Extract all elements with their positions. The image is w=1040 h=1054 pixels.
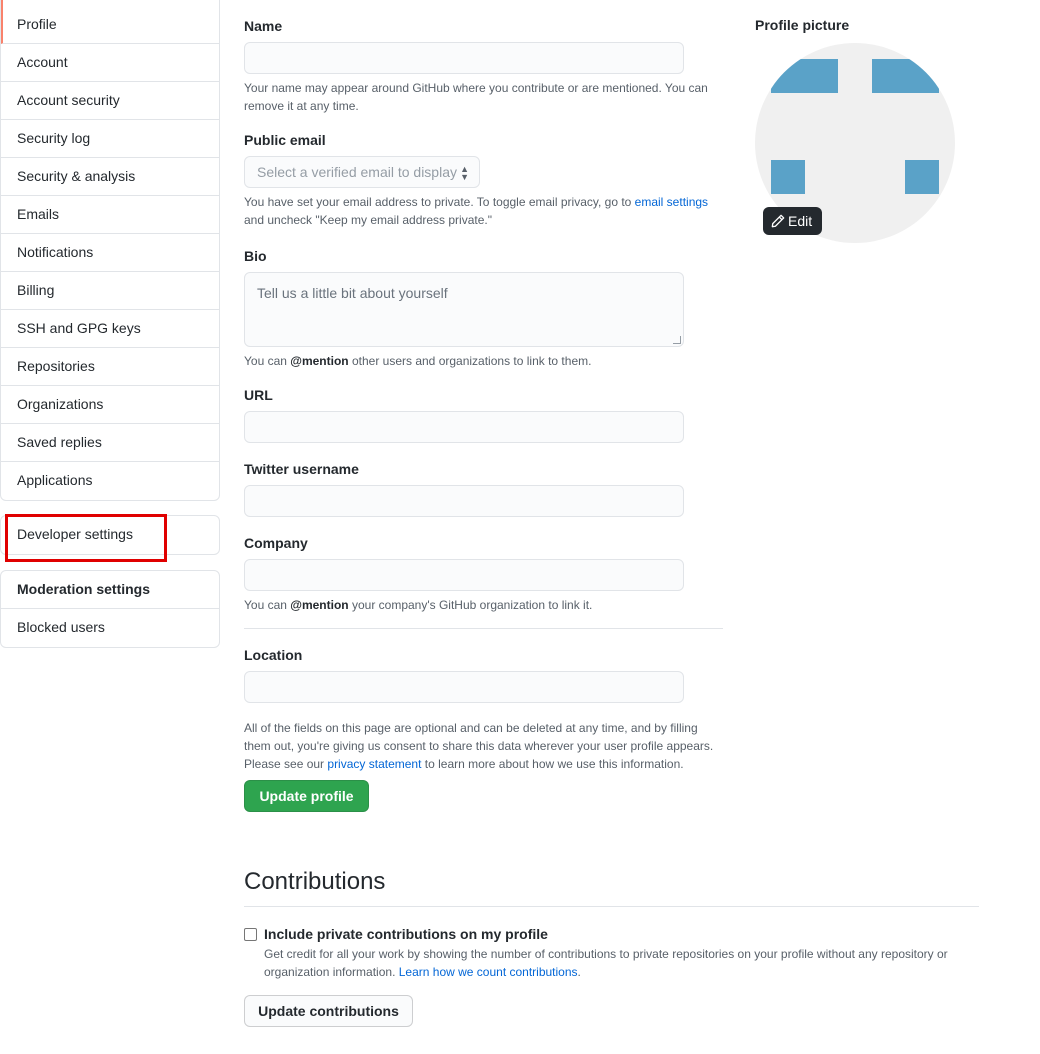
company-input[interactable]	[244, 559, 684, 591]
public-email-label: Public email	[244, 132, 326, 148]
sidebar-item-notifications[interactable]: Notifications	[1, 234, 219, 272]
location-input[interactable]	[244, 671, 684, 703]
privacy-statement-link[interactable]: privacy statement	[327, 757, 421, 771]
developer-settings-menu: Developer settings	[0, 515, 220, 555]
name-label: Name	[244, 18, 283, 34]
company-note: You can @mention your company's GitHub o…	[244, 596, 714, 614]
sidebar-item-account[interactable]: Account	[1, 44, 219, 82]
edit-avatar-label: Edit	[788, 213, 813, 229]
sidebar-item-emails[interactable]: Emails	[1, 196, 219, 234]
company-note-text-end: your company's GitHub organization to li…	[348, 598, 593, 612]
bio-note-mention: @mention	[290, 354, 349, 368]
company-note-mention: @mention	[290, 598, 349, 612]
location-label: Location	[244, 647, 303, 663]
private-contributions-label[interactable]: Include private contributions on my prof…	[264, 926, 548, 942]
moderation-settings-menu: Moderation settings Blocked users	[0, 570, 220, 648]
privacy-note: All of the fields on this page are optio…	[244, 719, 714, 773]
sidebar-item-developer-settings[interactable]: Developer settings	[1, 516, 219, 554]
twitter-input[interactable]	[244, 485, 684, 517]
url-label: URL	[244, 387, 273, 403]
contributions-title: Contributions	[244, 868, 386, 895]
profile-picture-label: Profile picture	[755, 17, 850, 33]
edit-avatar-button[interactable]: Edit	[763, 207, 822, 235]
url-input[interactable]	[244, 411, 684, 443]
select-arrows-icon: ▲ ▼	[460, 164, 469, 182]
bio-note-text-end: other users and organizations to link to…	[348, 354, 592, 368]
sidebar-item-billing[interactable]: Billing	[1, 272, 219, 310]
contributions-note: Get credit for all your work by showing …	[264, 945, 984, 981]
form-divider	[244, 628, 723, 629]
public-email-note: You have set your email address to priva…	[244, 193, 714, 229]
sidebar-item-blocked-users[interactable]: Blocked users	[1, 609, 219, 647]
public-email-note-text-end: and uncheck "Keep my email address priva…	[244, 213, 492, 227]
sidebar-item-ssh-gpg-keys[interactable]: SSH and GPG keys	[1, 310, 219, 348]
twitter-label: Twitter username	[244, 461, 359, 477]
pencil-icon	[771, 214, 785, 228]
bio-note-text: You can	[244, 354, 291, 368]
name-input[interactable]	[244, 42, 684, 74]
update-contributions-button[interactable]: Update contributions	[244, 995, 413, 1027]
email-settings-link[interactable]: email settings	[635, 195, 708, 209]
company-note-text: You can	[244, 598, 291, 612]
sidebar-item-repositories[interactable]: Repositories	[1, 348, 219, 386]
learn-contributions-link[interactable]: Learn how we count contributions	[399, 965, 578, 979]
bio-note: You can @mention other users and organiz…	[244, 352, 714, 370]
public-email-note-text: You have set your email address to priva…	[244, 195, 635, 209]
privacy-note-text-end: to learn more about how we use this info…	[421, 757, 684, 771]
sidebar-item-security-analysis[interactable]: Security & analysis	[1, 158, 219, 196]
contributions-divider	[244, 906, 979, 907]
sidebar-item-account-security[interactable]: Account security	[1, 82, 219, 120]
bio-label: Bio	[244, 248, 267, 264]
sidebar-item-profile[interactable]: Profile	[1, 0, 219, 44]
public-email-select[interactable]: Select a verified email to display ▲ ▼	[244, 156, 480, 188]
contributions-note-text-end: .	[577, 965, 581, 979]
moderation-settings-heading: Moderation settings	[1, 571, 219, 609]
resize-grip-icon[interactable]	[673, 336, 681, 344]
public-email-select-value: Select a verified email to display	[257, 164, 457, 180]
settings-sidebar-menu: Profile Account Account security Securit…	[0, 0, 220, 501]
sidebar-item-applications[interactable]: Applications	[1, 462, 219, 500]
bio-placeholder: Tell us a little bit about yourself	[257, 285, 448, 301]
company-label: Company	[244, 535, 308, 551]
contributions-note-text: Get credit for all your work by showing …	[264, 947, 948, 979]
sidebar-item-saved-replies[interactable]: Saved replies	[1, 424, 219, 462]
update-profile-button[interactable]: Update profile	[244, 780, 369, 812]
private-contributions-checkbox[interactable]	[244, 928, 257, 941]
name-note: Your name may appear around GitHub where…	[244, 81, 708, 113]
sidebar-item-security-log[interactable]: Security log	[1, 120, 219, 158]
sidebar-item-organizations[interactable]: Organizations	[1, 386, 219, 424]
bio-textarea[interactable]: Tell us a little bit about yourself	[244, 272, 684, 347]
